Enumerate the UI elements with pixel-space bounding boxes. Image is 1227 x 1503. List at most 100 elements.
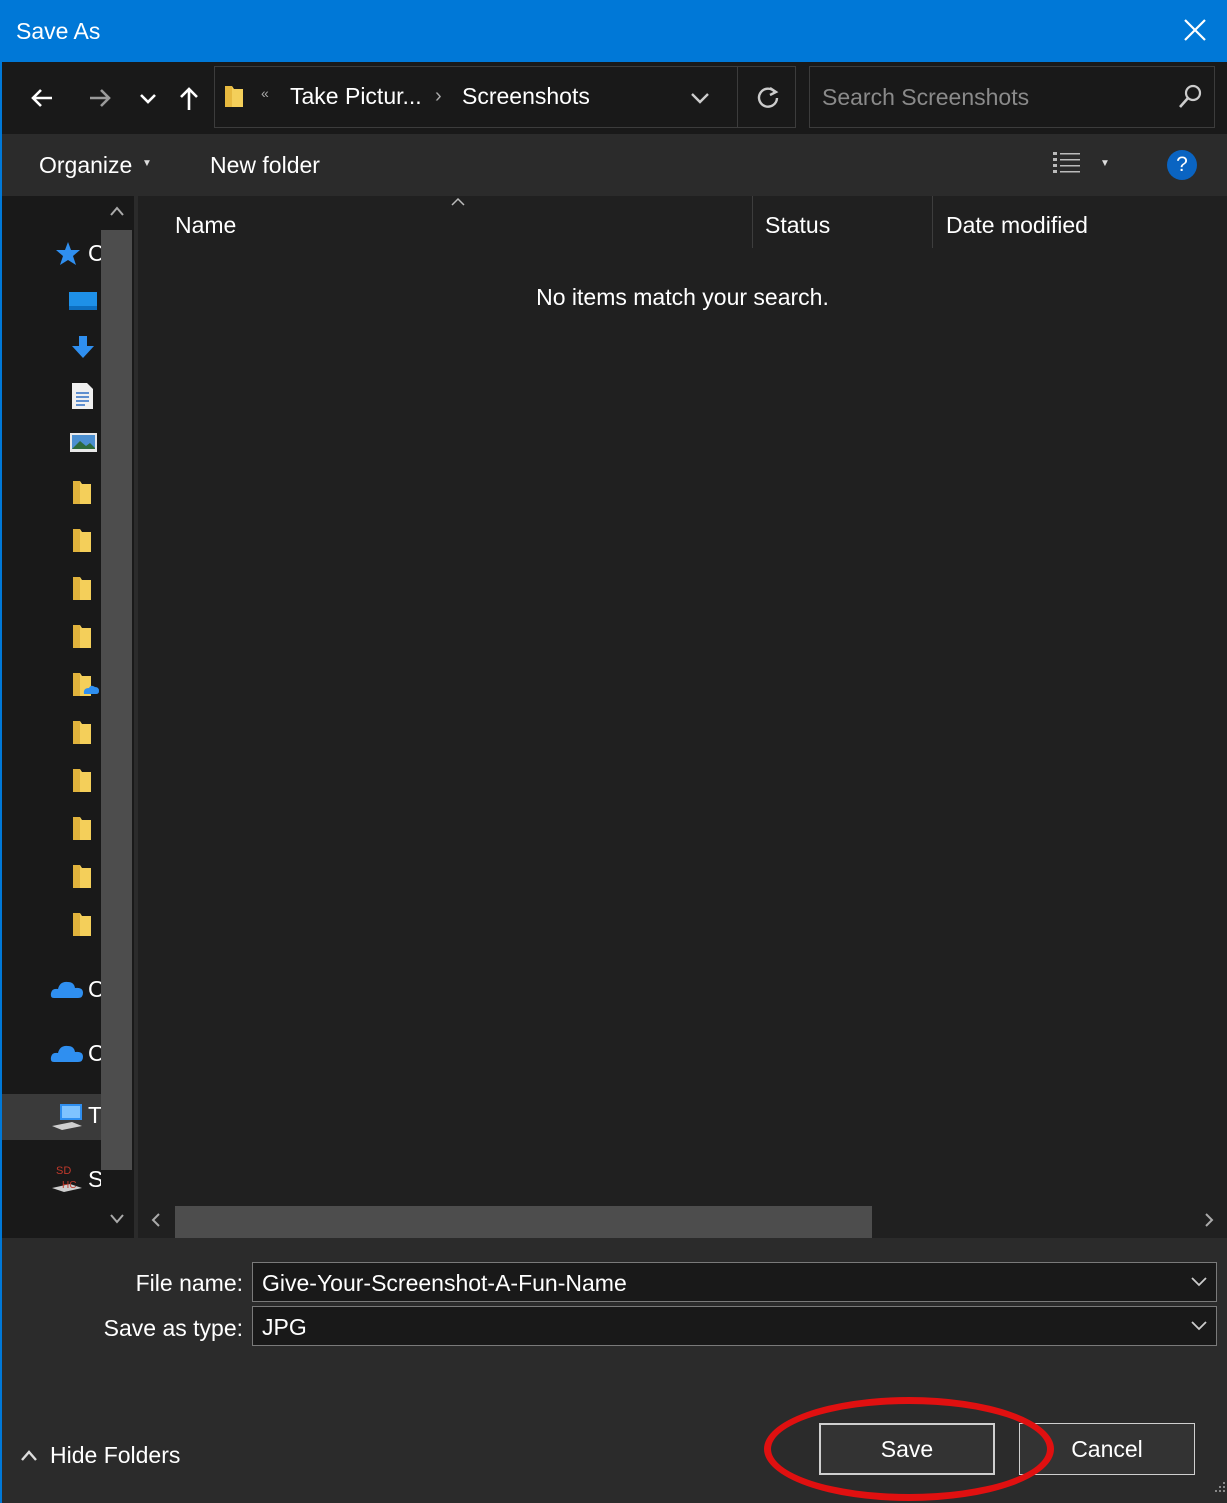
save-options-panel: File name: Give-Your-Screenshot-A-Fun-Na… [2, 1238, 1227, 1503]
scroll-right-chevron-icon[interactable] [1203, 1212, 1215, 1233]
empty-state-message: No items match your search. [536, 284, 829, 310]
folder-icon [72, 862, 92, 895]
window-title: Save As [16, 18, 101, 44]
column-name[interactable]: Name [175, 212, 236, 239]
documents-icon [71, 382, 95, 415]
save-as-type-value[interactable]: JPG [262, 1314, 307, 1341]
nav-item-documents[interactable] [2, 374, 101, 418]
navigation-bar: « Take Pictur... › Screenshots [2, 62, 1227, 134]
pictures-icon [69, 430, 97, 459]
scroll-left-chevron-icon[interactable] [150, 1212, 162, 1233]
resize-grip-icon[interactable] [1211, 1480, 1227, 1501]
sd-card-icon: SD HC [50, 1162, 84, 1201]
breadcrumb-parent[interactable]: Take Pictur... [290, 83, 422, 110]
nav-item-folder[interactable] [2, 614, 101, 658]
nav-item-folder[interactable] [2, 470, 101, 514]
scroll-down-chevron-icon[interactable] [109, 1212, 125, 1230]
nav-item-folder[interactable] [2, 518, 101, 562]
view-options-caret-icon[interactable]: ▼ [1100, 158, 1110, 169]
nav-item-downloads[interactable] [2, 326, 101, 370]
folder-icon [223, 83, 245, 114]
search-icon[interactable] [1176, 83, 1204, 116]
column-divider[interactable] [752, 196, 753, 248]
nav-pane-scrollbar[interactable] [101, 196, 134, 1238]
hide-folders-label: Hide Folders [50, 1442, 181, 1468]
forward-arrow-icon[interactable] [82, 80, 118, 116]
save-button[interactable]: Save [819, 1423, 995, 1475]
onedrive-folder-icon [72, 670, 100, 703]
save-as-type-chevron-icon[interactable] [1190, 1318, 1208, 1337]
horizontal-scrollbar[interactable] [138, 1204, 1227, 1238]
overflow-chevron-icon[interactable]: « [261, 85, 269, 101]
nav-item-onedrive-folder[interactable] [2, 662, 101, 706]
address-dropdown-chevron-icon[interactable] [685, 83, 715, 113]
address-bar[interactable]: « Take Pictur... › Screenshots [214, 66, 796, 128]
this-pc-icon [50, 1102, 84, 1137]
file-name-dropdown-chevron-icon[interactable] [1190, 1274, 1208, 1293]
folder-icon [72, 622, 92, 655]
nav-item-folder[interactable] [2, 806, 101, 850]
downloads-arrow-icon [69, 334, 97, 367]
folder-icon [72, 814, 92, 847]
horizontal-scroll-thumb[interactable] [175, 1206, 872, 1238]
hide-folders-button[interactable]: Hide Folders [20, 1442, 180, 1469]
column-headers: Name Status Date modified [138, 196, 1227, 252]
search-input[interactable] [810, 67, 1160, 127]
nav-item-folder[interactable] [2, 902, 101, 946]
organize-caret-icon[interactable]: ▼ [142, 158, 152, 169]
nav-item-quick-access[interactable]: C [2, 232, 105, 276]
folder-icon [72, 526, 92, 559]
save-as-type-select[interactable]: JPG [252, 1306, 1217, 1346]
chevron-up-icon [20, 1442, 38, 1469]
folder-icon [72, 766, 92, 799]
folder-icon [72, 574, 92, 607]
file-name-label: File name: [135, 1270, 243, 1296]
nav-item-folder[interactable] [2, 758, 101, 802]
help-icon[interactable]: ? [1167, 150, 1197, 180]
recent-locations-chevron-icon[interactable] [130, 80, 166, 116]
file-name-field[interactable]: Give-Your-Screenshot-A-Fun-Name [252, 1262, 1217, 1302]
nav-item-folder[interactable] [2, 566, 101, 610]
svg-text:HC: HC [62, 1180, 76, 1191]
file-list: Name Status Date modified No items match… [138, 196, 1227, 1238]
nav-item-sd-card[interactable]: SD HC S [2, 1158, 103, 1202]
up-arrow-icon[interactable] [171, 80, 207, 116]
nav-pane-scroll-thumb[interactable] [101, 230, 132, 1170]
nav-item-pictures[interactable] [2, 422, 101, 466]
column-date-modified[interactable]: Date modified [946, 212, 1088, 239]
column-status[interactable]: Status [765, 212, 830, 239]
nav-item-onedrive[interactable]: C [2, 1032, 105, 1076]
breadcrumb-separator-icon[interactable]: › [435, 85, 442, 108]
back-arrow-icon[interactable] [24, 80, 60, 116]
folder-icon [72, 910, 92, 943]
file-name-value[interactable]: Give-Your-Screenshot-A-Fun-Name [262, 1270, 627, 1297]
refresh-icon[interactable] [737, 67, 797, 127]
cancel-button[interactable]: Cancel [1019, 1423, 1195, 1475]
quick-access-star-icon [54, 240, 82, 273]
svg-text:SD: SD [56, 1165, 71, 1177]
new-folder-button[interactable]: New folder [210, 152, 320, 179]
organize-button[interactable]: Organize [39, 152, 132, 179]
nav-item-folder[interactable] [2, 854, 101, 898]
onedrive-cloud-icon [50, 976, 84, 1005]
nav-item-label: T [88, 1102, 103, 1128]
sort-ascending-icon [450, 194, 466, 212]
breadcrumb-current[interactable]: Screenshots [462, 83, 590, 110]
onedrive-cloud-icon [50, 1040, 84, 1069]
close-icon[interactable] [1179, 14, 1211, 46]
command-toolbar: Organize ▼ New folder ▼ ? [2, 134, 1227, 196]
view-details-icon[interactable] [1052, 150, 1082, 183]
nav-item-this-pc[interactable]: T [2, 1094, 103, 1140]
nav-item-onedrive[interactable]: C [2, 968, 105, 1012]
title-bar: Save As [2, 0, 1227, 62]
nav-item-desktop[interactable] [2, 278, 101, 322]
save-as-type-label: Save as type: [103, 1315, 243, 1341]
folder-icon [72, 478, 92, 511]
nav-item-folder[interactable] [2, 710, 101, 754]
search-box[interactable] [809, 66, 1215, 128]
navigation-pane: C C C T SD HC S [2, 196, 134, 1238]
desktop-icon [68, 286, 98, 319]
column-divider[interactable] [932, 196, 933, 248]
save-as-dialog: Save As « Take Pictur... › Screenshots S… [0, 0, 1227, 1503]
scroll-up-chevron-icon[interactable] [109, 204, 125, 222]
